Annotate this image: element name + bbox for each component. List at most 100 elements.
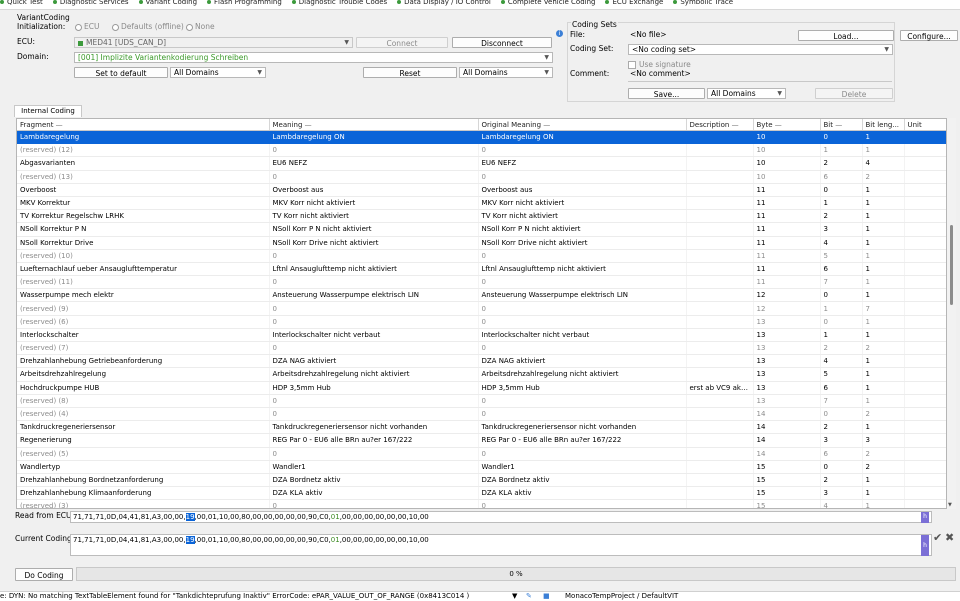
radio-none[interactable]: None — [186, 22, 215, 31]
main-tab-variant-coding[interactable]: Variant Coding — [138, 0, 197, 6]
info-icon[interactable]: i — [556, 30, 563, 37]
table-row[interactable]: (reserved) (8) 0 0 13 7 1 — [17, 394, 946, 408]
column-header[interactable]: Bit leng... — [862, 119, 905, 131]
set-to-default-button[interactable]: Set to default — [74, 67, 168, 78]
table-row[interactable]: TV Korrektur Regelschw LRHK TV Korr nicht… — [17, 209, 946, 224]
coding-set-select[interactable]: <No coding set> ▼ — [628, 44, 893, 55]
filter-icon[interactable]: — — [729, 121, 739, 129]
main-tab-diagnostic-services[interactable]: Diagnostic Services — [52, 0, 129, 6]
discard-x-icon[interactable]: ✖ — [945, 531, 954, 544]
table-row[interactable]: (reserved) (9) 0 0 12 1 7 — [17, 301, 946, 316]
radio-defaults[interactable]: Defaults (offline) — [112, 22, 184, 31]
save-button[interactable]: Save... — [628, 88, 705, 99]
load-button[interactable]: Load... — [798, 30, 894, 41]
use-signature-checkbox[interactable]: Use signature — [628, 60, 691, 69]
table-row[interactable]: (reserved) (6) 0 0 13 0 1 — [17, 315, 946, 329]
table-row[interactable]: Hochdruckpumpe HUB HDP 3,5mm Hub HDP 3,5mm… — [17, 381, 946, 395]
column-header-label: Bit leng... — [865, 120, 900, 129]
table-row[interactable]: Drehzahlanhebung Bordnetzanforderung DZA … — [17, 473, 946, 488]
table-row[interactable]: (reserved) (13) 0 0 10 6 2 — [17, 170, 946, 184]
delete-button[interactable]: Delete — [815, 88, 893, 99]
scrollbar-thumb[interactable] — [950, 225, 953, 305]
bit-length-cell: 1 — [862, 288, 905, 303]
table-row[interactable]: Drehzahlanhebung Getriebeanforderung DZA … — [17, 354, 946, 369]
table-row[interactable]: (reserved) (5) 0 0 14 6 2 — [17, 447, 946, 461]
table-row[interactable]: MKV Korrektur MKV Korr nicht aktiviert MKV… — [17, 196, 946, 211]
set-default-domains-select[interactable]: All Domains ▼ — [170, 67, 266, 78]
table-row[interactable]: Luefternachlauf ueber Ansauglufttemperat… — [17, 262, 946, 277]
hex-toggle-button[interactable]: h — [921, 535, 929, 556]
ecu-select[interactable]: MED41 [UDS_CAN_D] ▼ — [74, 37, 353, 48]
hex-bytes: ,00,01,10,00,80,00,00,00,00,00,90,C0, — [194, 513, 331, 521]
table-row[interactable]: Interlockschalter Interlockschalter nicht… — [17, 328, 946, 343]
tool-icon[interactable]: ✎ — [526, 592, 532, 600]
table-row[interactable]: Lambdaregelung Lambdaregelung ON Lambdareg… — [17, 130, 946, 145]
radio-none-circle[interactable] — [186, 23, 193, 31]
table-row[interactable]: (reserved) (4) 0 0 14 0 2 — [17, 407, 946, 422]
table-row[interactable]: (reserved) (7) 0 0 13 2 2 — [17, 341, 946, 356]
fragment-cell: Hochdruckpumpe HUB — [17, 381, 270, 395]
column-header[interactable]: Unit — [904, 119, 946, 131]
column-header[interactable]: Original Meaning — — [478, 119, 687, 131]
domain-select[interactable]: [001] Implizite Variantenkodierung Schre… — [74, 52, 553, 63]
connect-button[interactable]: Connect — [356, 37, 448, 48]
table-scrollbar[interactable]: ▼ — [947, 118, 956, 509]
table-row[interactable]: (reserved) (12) 0 0 10 1 1 — [17, 143, 946, 158]
reset-button[interactable]: Reset — [363, 67, 457, 78]
radio-defaults-circle[interactable] — [112, 23, 119, 31]
chevron-down-icon: ▼ — [344, 39, 349, 46]
filter-icon[interactable]: — — [833, 121, 842, 129]
apply-check-icon[interactable]: ✔ — [933, 531, 942, 544]
status-dropdown-icon[interactable]: ▼ — [512, 592, 517, 600]
column-header[interactable]: Fragment — — [17, 119, 270, 131]
disconnect-button[interactable]: Disconnect — [452, 37, 552, 48]
main-tab-ecu-exchange[interactable]: ECU Exchange — [605, 0, 663, 6]
table-row[interactable]: (reserved) (11) 0 0 11 7 1 — [17, 275, 946, 290]
table-row[interactable]: (reserved) (10) 0 0 11 5 1 — [17, 249, 946, 263]
column-header[interactable]: Bit — — [820, 119, 863, 131]
main-tab-diagnostic-trouble-codes[interactable]: Diagnostic Trouble Codes — [291, 0, 387, 6]
table-row[interactable]: NSoll Korrektur Drive NSoll Korr Drive ni… — [17, 236, 946, 250]
bit-length-cell: 2 — [862, 407, 905, 422]
reset-domains-select[interactable]: All Domains ▼ — [459, 67, 553, 78]
do-coding-button[interactable]: Do Coding — [15, 568, 73, 581]
table-row[interactable]: Arbeitsdrehzahlregelung Arbeitsdrehzahlre… — [17, 367, 946, 382]
column-header[interactable]: Meaning — — [269, 119, 479, 131]
main-tab-symbolic-trace[interactable]: Symbolic Trace — [673, 0, 733, 6]
main-tab-complete-vehicle-coding[interactable]: Complete Vehicle Coding — [500, 0, 595, 6]
bit-cell: 2 — [820, 473, 863, 488]
column-header[interactable]: Description — — [686, 119, 754, 131]
read-from-ecu-hex[interactable]: 71,71,71,0D,04,41,81,A3,00,00,19,00,01,1… — [70, 511, 932, 523]
table-row[interactable]: Abgasvarianten EU6 NEFZ EU6 NEFZ 10 2 4 — [17, 156, 946, 171]
scroll-down-icon[interactable]: ▼ — [948, 502, 952, 508]
checkbox-icon[interactable] — [628, 61, 636, 69]
radio-ecu-circle[interactable] — [75, 23, 82, 31]
filter-icon[interactable]: — — [773, 121, 782, 129]
radio-ecu-label: ECU — [84, 22, 100, 31]
ecu-status-icon — [78, 40, 83, 46]
table-row[interactable]: Regenerierung REG Par 0 - EU6 alle BRn au… — [17, 433, 946, 448]
radio-ecu[interactable]: ECU — [75, 22, 99, 31]
table-row[interactable]: Tankdruckregeneriersensor Tankdruckregene… — [17, 420, 946, 435]
table-row[interactable]: NSoll Korrektur P N NSoll Korr P N nicht … — [17, 222, 946, 237]
table-row[interactable]: Drehzahlanhebung Klimaanforderung DZA KLA… — [17, 486, 946, 501]
column-header[interactable]: Byte — — [753, 119, 821, 131]
configure-button[interactable]: Configure... — [900, 30, 958, 41]
main-tab-quick-test[interactable]: Quick Test — [0, 0, 43, 6]
table-row[interactable]: Wandlertyp Wandler1 Wandler1 15 0 2 — [17, 460, 946, 474]
hex-toggle-button[interactable]: h — [921, 512, 929, 523]
main-tab-data-display-io-control[interactable]: Data Display / IO Control — [397, 0, 491, 6]
byte-cell: 13 — [753, 381, 821, 395]
filter-icon[interactable]: — — [302, 121, 312, 129]
filter-icon[interactable]: — — [541, 121, 550, 129]
table-row[interactable]: Overboost Overboost aus Overboost aus 11 0 1 — [17, 183, 946, 197]
tab-internal-coding[interactable]: Internal Coding — [14, 105, 82, 117]
table-row[interactable]: (reserved) (3) 0 0 15 4 1 — [17, 499, 946, 508]
current-coding-hex[interactable]: 71,71,71,0D,04,41,81,A3,00,00,19,00,01,1… — [70, 534, 932, 556]
save-domains-select[interactable]: All Domains ▼ — [707, 88, 786, 99]
main-tab-flash-programming[interactable]: Flash Programming — [207, 0, 282, 6]
filter-icon[interactable]: — — [53, 121, 63, 129]
comment-label: Comment: — [570, 69, 610, 78]
table-row[interactable]: Wasserpumpe mech elektr Ansteuerung Wasse… — [17, 288, 946, 303]
byte-cell: 11 — [753, 275, 821, 290]
